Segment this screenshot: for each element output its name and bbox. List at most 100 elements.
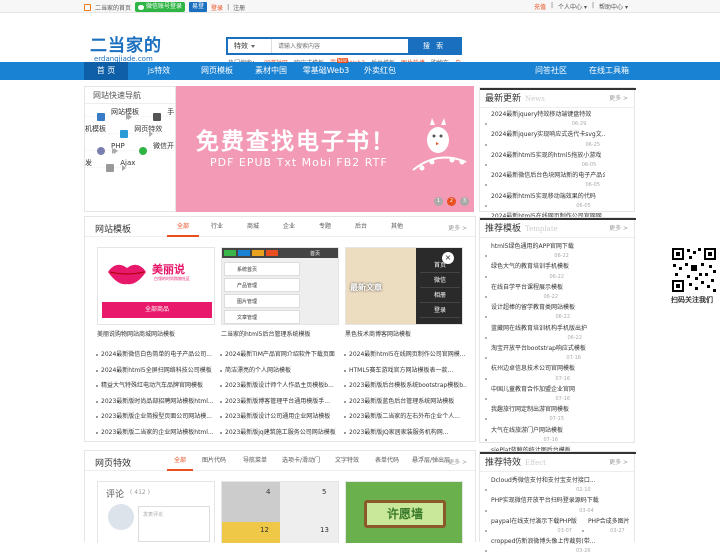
nav-online-tools[interactable]: 在线工具箱	[580, 62, 638, 80]
login-link[interactable]: 登录	[211, 3, 223, 12]
list-item[interactable]: paypal在线支付演示下载PHP版03-07	[480, 518, 577, 534]
tab-item[interactable]: 企业	[271, 217, 307, 237]
template-caption[interactable]: 二当家的html5后台管理系统模板	[221, 329, 311, 338]
nav-js-effects[interactable]: js特效	[128, 62, 190, 80]
tab-item[interactable]: 表单代码	[367, 451, 407, 471]
list-item[interactable]: 淘宝开放平台bootstrap响应式模板07-16	[480, 345, 586, 361]
recommend-effects-header: 推荐特效 Effect 更多 >	[480, 452, 636, 474]
template-caption[interactable]: 美丽说购物网站商城网站模板	[97, 329, 175, 338]
templates-more-link[interactable]: 更多 >	[448, 223, 467, 232]
search-input[interactable]	[272, 39, 408, 53]
template-link[interactable]: 2023最新版二当家的左右外布企业个人...	[343, 409, 467, 425]
list-item[interactable]: 我趣旅行网定制出游官网模板07-15	[480, 406, 569, 422]
tab-item[interactable]: 全部	[167, 451, 193, 471]
template-thumb-meilishuo[interactable]: 美丽说 白领的时尚购物社区 全部商品	[97, 247, 215, 325]
tab-item[interactable]: 图片代码	[193, 451, 235, 471]
tab-item[interactable]: 后台	[343, 217, 379, 237]
template-link[interactable]: HTML5赛车游戏官方网站模板表一款...	[343, 363, 467, 379]
tab-item[interactable]: 全部	[167, 217, 199, 237]
list-item[interactable]: 绿色大气的教育培训手机模板06-22	[480, 263, 569, 279]
hero-banner[interactable]: 免费查找电子书！ PDF EPUB Txt Mobi FB2 RTF 1 2 3	[176, 86, 474, 212]
list-item-date: 03-27	[610, 528, 625, 534]
list-item[interactable]: PHP合成多图片03-27	[577, 518, 630, 534]
nav-web3[interactable]: 零基础Web3 NEW	[298, 58, 354, 80]
list-item[interactable]: PHP实现微信开放平台扫码登录源码下载03-04	[480, 497, 599, 513]
template-link[interactable]: 简洁漂亮的个人网站模板	[219, 363, 343, 379]
browser-icon	[120, 130, 129, 138]
latest-more-link[interactable]: 更多 >	[609, 88, 628, 110]
effects-more-link[interactable]: 更多 >	[448, 457, 467, 466]
ye-login-button[interactable]: 易登	[189, 2, 208, 12]
tab-item[interactable]: 其他	[379, 217, 415, 237]
template-link[interactable]: 2023最新版时尚品部招聘网站模板html...	[95, 394, 219, 410]
search-button[interactable]: 搜 索	[408, 39, 460, 53]
template-link[interactable]: 2023最新版JQ家居家装服务机构网...	[343, 425, 467, 441]
template-link[interactable]: 2023最新版二当家的企业网站模板html...	[95, 425, 219, 441]
effect-thumb-grid[interactable]: 4 5 12 13	[221, 481, 339, 543]
list-item[interactable]: 大气在线旅游门户网站模板07-16	[480, 427, 563, 443]
list-item[interactable]: html5绿色通用的APP官网下载06-22	[480, 243, 574, 259]
template-link[interactable]: 2024最新html5全屏扫网络科技公司模板	[95, 363, 219, 379]
template-link[interactable]: 2023最新版设计师个人作品主页模板b...	[219, 378, 343, 394]
template-link[interactable]: 精益大气特殊红电动汽车品牌官网模板	[95, 378, 219, 394]
list-item[interactable]: 2024最新微信后台色块网站新的电子产品公司...06-05	[480, 172, 605, 188]
latest-updates-header: 最新更新 News 更多 >	[480, 88, 636, 110]
list-item[interactable]: 在线自学平台课程展示模板06-22	[480, 284, 563, 300]
nav-qa-community[interactable]: 问答社区	[522, 62, 580, 80]
template-link[interactable]: 2023最新版jq建筑施工服务公司网站模板	[219, 425, 343, 441]
tab-item[interactable]: 商城	[235, 217, 271, 237]
tab-item[interactable]: 文字特效	[327, 451, 367, 471]
template-link[interactable]: 2023最新版蓝色后台管理系统网站模板	[343, 394, 467, 410]
list-item[interactable]: 中国儿童教育合作加盟企业官网07-16	[480, 386, 575, 402]
list-item[interactable]: 2024最新jquery实现响应式迭代卡svg文...06-25	[480, 131, 605, 147]
list-item[interactable]: 杭州边卓信息技术公司官网模板07-16	[480, 365, 575, 381]
banner-dot[interactable]: 1	[434, 197, 443, 206]
template-link[interactable]: 2023最新版企业简报型页面公司网站模...	[95, 409, 219, 425]
nav-home[interactable]: 首 页	[84, 62, 128, 80]
quick-nav-panel: 网站快速导航 网站模板 手机模板 网页特效 PHP 微信开发 Ajax	[84, 86, 176, 212]
recommend-effects-panel: 推荐特效Effect 更多 > Dcloud秀微信支付和支付宝支付接口...02-…	[479, 451, 636, 554]
tab-item[interactable]: 选项卡/滑动门	[275, 451, 327, 471]
tab-item[interactable]: 导航菜单	[235, 451, 275, 471]
site-logo[interactable]: 二当家的	[90, 31, 162, 56]
list-item[interactable]: 2024最新jquery特效移动端键盘特效06-29	[480, 111, 591, 127]
banner-dot[interactable]: 2	[447, 197, 456, 206]
list-item[interactable]: 设计超棒的留学教育类网站模板06-22	[480, 304, 575, 320]
wechat-login-button[interactable]: 微信账号登录	[135, 2, 186, 12]
search-type-select[interactable]: 特效	[228, 39, 272, 53]
tab-item[interactable]: 专题	[307, 217, 343, 237]
nav-materials[interactable]: 素材中国	[244, 62, 298, 80]
template-link[interactable]: 2024最新微信白色简单的电子产品公司...	[95, 347, 219, 363]
grid-number: 13	[320, 526, 329, 534]
quick-nav-item[interactable]: Ajax	[94, 159, 136, 172]
recommend-more-link[interactable]: 更多 >	[609, 218, 628, 240]
template-link[interactable]: 2023最新版后台模板系统bootstrap模板b...	[343, 378, 467, 394]
help-center-link[interactable]: 帮助中心 ▾	[599, 2, 628, 11]
recharge-link[interactable]: 充值	[534, 2, 546, 11]
nav-web-templates[interactable]: 网页模板	[190, 62, 244, 80]
template-link[interactable]: 2024最新html5在线网页制作公司官网模...	[343, 347, 467, 363]
home-link[interactable]: 二当家的首页	[95, 3, 131, 12]
recommend-effects-more-link[interactable]: 更多 >	[609, 452, 628, 474]
list-item[interactable]: 2024最新html5实现的html5拖放小游戏06-05	[480, 152, 601, 168]
template-link[interactable]: 2023最新版博客管理平台通用模版手...	[219, 394, 343, 410]
admin-menu-item: 产品管理	[224, 278, 300, 292]
admin-menu-item: 文章管理	[224, 310, 300, 324]
quick-nav-item[interactable]: 网页特效	[108, 125, 163, 138]
template-link[interactable]: 2024最新TIM产品官网介绍软件下载页面	[219, 347, 343, 363]
effect-thumb-comment[interactable]: 评论 ( 412 ) 发表评论	[97, 481, 215, 543]
user-center-link[interactable]: 个人中心 ▾	[558, 2, 587, 11]
list-item[interactable]: 2024最新html5实现移动端效果的代码06-05	[480, 193, 596, 209]
effect-thumb-wish-wall[interactable]: 许愿墙	[345, 481, 463, 543]
template-link[interactable]: 2023最新版设计公司通用企业网站模板	[219, 409, 343, 425]
tab-item[interactable]: 行业	[199, 217, 235, 237]
list-item[interactable]: cropped仿新浪微博头像上传裁剪(带...03-26	[480, 538, 596, 554]
template-thumb-admin[interactable]: 首页 系统首页 产品管理 图片管理 文章管理	[221, 247, 339, 325]
register-link[interactable]: 注册	[233, 3, 245, 12]
template-thumb-blog[interactable]: 最新文章 × 首页 微信 相册 登录	[345, 247, 463, 325]
list-item[interactable]: Dcloud秀微信支付和支付宝支付接口...02-10	[480, 477, 596, 493]
list-item[interactable]: 蓝藏网在线教育培训机构手机版出护06-22	[480, 325, 587, 341]
banner-dot[interactable]: 3	[460, 197, 469, 206]
nav-red-packet[interactable]: 外卖红包	[354, 62, 406, 80]
template-caption[interactable]: 黑色技术商博客网站模板	[345, 329, 411, 338]
